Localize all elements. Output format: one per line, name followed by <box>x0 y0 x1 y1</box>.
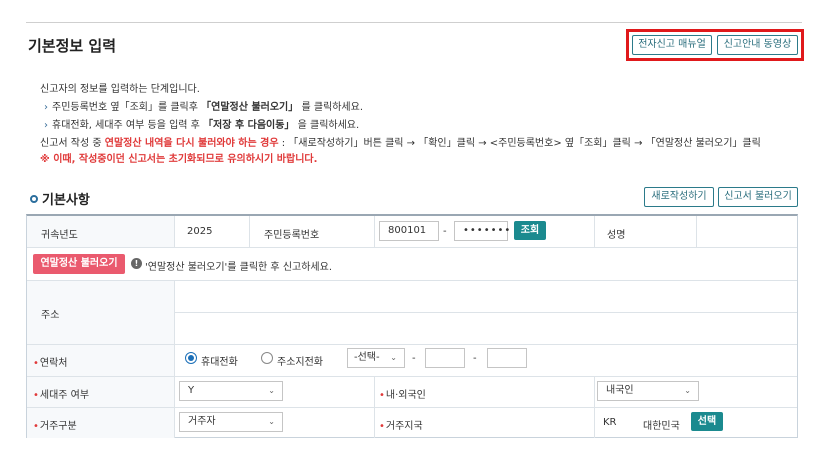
chevron-down-icon: ⌄ <box>268 386 275 395</box>
col-divider <box>594 216 595 247</box>
col-divider <box>174 280 175 438</box>
mobile-radio[interactable] <box>185 352 197 364</box>
year-end-load-button[interactable]: 연말정산 불러오기 <box>33 254 125 274</box>
guide-step-1: › 주민등록번호 옆「조회」를 클릭후 「연말정산 불러오기」 를 클릭하세요. <box>44 102 363 113</box>
rrn-front-field[interactable]: 800101 <box>379 221 439 241</box>
country-name: 대한민국 <box>643 421 680 432</box>
row-divider <box>174 312 797 313</box>
col-divider <box>249 216 250 247</box>
row-divider <box>27 407 797 408</box>
nationality-select[interactable]: 내국인 ⌄ <box>597 381 699 401</box>
phone-prefix-select[interactable]: -선택- ⌄ <box>347 348 405 368</box>
section-title: 기본사항 <box>30 189 90 208</box>
country-select-button[interactable]: 선택 <box>691 412 723 431</box>
basic-info-form: 귀속년도 2025 주민등록번호 800101 - ••••••• 조회 성명 … <box>26 214 798 438</box>
chevron-right-icon: › <box>44 120 48 131</box>
nationality-label: •내·외국인 <box>379 390 426 401</box>
row-divider <box>27 376 797 377</box>
col-divider <box>174 216 175 247</box>
new-write-button[interactable]: 새로작성하기 <box>644 187 714 207</box>
home-phone-radio[interactable] <box>261 352 273 364</box>
page-title: 기본정보 입력 <box>28 37 117 55</box>
col-divider <box>374 376 375 438</box>
country-label: •거주지국 <box>379 421 423 432</box>
chevron-right-icon: › <box>44 102 48 113</box>
load-hint: '연말정산 불러오기'를 클릭한 후 신고하세요. <box>145 262 332 273</box>
video-guide-button[interactable]: 신고안내 동영상 <box>717 35 798 55</box>
col-divider <box>594 376 595 438</box>
top-divider <box>26 22 802 23</box>
phone-last-field[interactable] <box>487 348 527 368</box>
chevron-down-icon: ⌄ <box>684 386 691 395</box>
householder-select[interactable]: Y ⌄ <box>179 381 283 401</box>
manual-button[interactable]: 전자신고 매뉴얼 <box>632 35 712 55</box>
year-label: 귀속년도 <box>41 230 78 241</box>
col-divider <box>696 216 697 247</box>
col-divider <box>374 216 375 247</box>
year-value: 2025 <box>187 226 213 237</box>
row-divider <box>27 280 797 281</box>
address-label: 주소 <box>41 310 60 321</box>
contact-label: •연락처 <box>33 358 68 369</box>
guide-step-2: › 휴대전화, 세대주 여부 등을 입력 후 「저장 후 다음이동」 을 클릭하세… <box>44 120 360 131</box>
phone-dash-1: - <box>412 353 416 364</box>
rrn-dash: - <box>443 226 447 237</box>
guide-note: 신고서 작성 중 연말정산 내역을 다시 불러와야 하는 경우 : 「새로작성하… <box>40 138 761 149</box>
phone-dash-2: - <box>473 353 477 364</box>
lookup-button[interactable]: 조회 <box>514 221 546 240</box>
name-label: 성명 <box>607 230 626 241</box>
guide-intro: 신고자의 정보를 입력하는 단계입니다. <box>40 84 200 95</box>
chevron-down-icon: ⌄ <box>268 417 275 426</box>
phone-middle-field[interactable] <box>425 348 465 368</box>
rrn-back-field[interactable]: ••••••• <box>454 221 510 241</box>
chevron-down-icon: ⌄ <box>390 353 397 362</box>
load-report-button[interactable]: 신고서 불러오기 <box>718 187 798 207</box>
mobile-label: 휴대전화 <box>201 357 238 368</box>
householder-label: •세대주 여부 <box>33 390 90 401</box>
row-divider <box>27 344 797 345</box>
residence-label: •거주구분 <box>33 421 77 432</box>
section-dot-icon <box>30 195 38 203</box>
residence-select[interactable]: 거주자 ⌄ <box>179 412 283 432</box>
info-icon: ! <box>131 258 142 269</box>
row-divider <box>27 247 797 248</box>
guide-warning: ※ 이때, 작성중이던 신고서는 초기화되므로 유의하시기 바랍니다. <box>40 154 318 165</box>
home-phone-label: 주소지전화 <box>277 357 323 368</box>
country-code: KR <box>603 417 617 428</box>
rrn-label: 주민등록번호 <box>264 230 320 241</box>
